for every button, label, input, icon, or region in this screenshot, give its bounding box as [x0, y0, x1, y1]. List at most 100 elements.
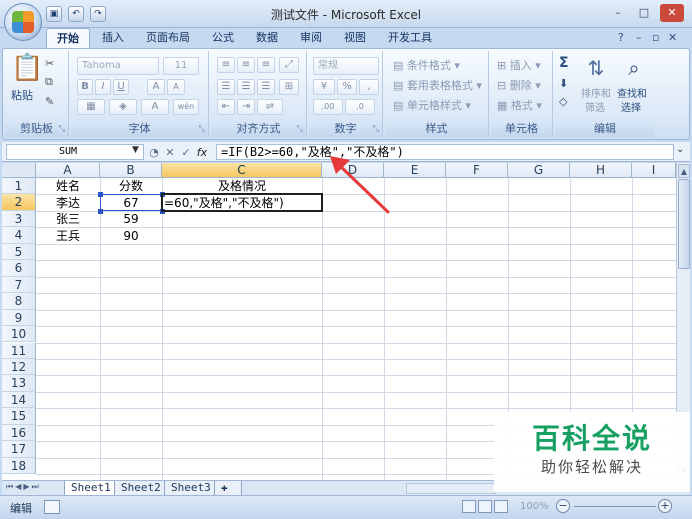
comma-button[interactable]: ,	[359, 79, 379, 95]
paste-label[interactable]: 粘贴	[11, 87, 33, 103]
row-header-16[interactable]: 16	[2, 424, 36, 442]
align-middle-button[interactable]: ≡	[237, 57, 255, 73]
cell-c1[interactable]: 及格情况	[162, 178, 322, 194]
row-header-18[interactable]: 18	[2, 457, 36, 475]
zoom-in-icon[interactable]: +	[658, 499, 672, 513]
insert-cells-button[interactable]: ⊞ 插入 ▾	[497, 57, 541, 73]
sheet-tab-2[interactable]: Sheet2	[114, 481, 168, 496]
row-header-3[interactable]: 3	[2, 210, 36, 228]
column-header-c[interactable]: C	[162, 163, 322, 178]
currency-button[interactable]: ¥	[313, 79, 335, 95]
page-layout-view-icon[interactable]	[478, 500, 492, 513]
office-button[interactable]	[4, 3, 42, 41]
clear-icon[interactable]: ◇	[559, 95, 567, 108]
horizontal-scrollbar[interactable]	[406, 483, 496, 494]
align-right-button[interactable]: ☰	[257, 79, 275, 95]
row-header-15[interactable]: 15	[2, 408, 36, 425]
cell-styles-button[interactable]: ▤ 单元格样式 ▾	[393, 97, 471, 113]
normal-view-icon[interactable]	[462, 500, 476, 513]
tab-view[interactable]: 视图	[334, 28, 376, 48]
first-sheet-icon[interactable]: ⏮	[6, 482, 13, 492]
insert-sheet-icon[interactable]: ✚	[214, 481, 242, 496]
font-color-button[interactable]: A	[141, 99, 169, 115]
column-header-b[interactable]: B	[100, 163, 162, 178]
ribbon-restore-icon[interactable]: ▫	[652, 31, 659, 44]
tab-data[interactable]: 数据	[246, 28, 288, 48]
align-left-button[interactable]: ☰	[217, 79, 235, 95]
font-size-select[interactable]: 11	[163, 57, 199, 75]
row-header-4[interactable]: 4	[2, 227, 36, 244]
row-header-12[interactable]: 12	[2, 358, 36, 376]
cell-b4[interactable]: 90	[100, 228, 162, 244]
name-box-dropdown-icon[interactable]: ▼	[132, 145, 139, 155]
cell-a1[interactable]: 姓名	[36, 178, 100, 194]
decrease-decimal-button[interactable]: .0	[345, 99, 375, 115]
wrap-text-button[interactable]: ⇌	[257, 99, 283, 115]
cell-b3[interactable]: 59	[100, 211, 162, 227]
font-launcher-icon[interactable]: ⤡	[199, 124, 205, 134]
row-header-7[interactable]: 7	[2, 276, 36, 294]
formula-expand-icon[interactable]: ⌄	[676, 144, 684, 155]
fill-color-button[interactable]: ◈	[109, 99, 137, 115]
enter-icon[interactable]: ✓	[180, 146, 192, 159]
cut-icon[interactable]: ✂	[45, 57, 54, 70]
cell-a2[interactable]: 李达	[36, 195, 100, 211]
decrease-indent-button[interactable]: ⇤	[217, 99, 235, 115]
scroll-up-icon[interactable]: ▲	[678, 164, 690, 178]
maximize-button[interactable]: □	[632, 4, 656, 22]
column-header-f[interactable]: F	[446, 163, 508, 178]
border-button[interactable]: ▦	[77, 99, 105, 115]
row-header-17[interactable]: 17	[2, 441, 36, 458]
delete-cells-button[interactable]: ⊟ 删除 ▾	[497, 77, 541, 93]
row-header-2[interactable]: 2	[2, 194, 36, 211]
increase-decimal-button[interactable]: .00	[313, 99, 343, 115]
zoom-level[interactable]: 100%	[520, 501, 549, 512]
cancel-icon[interactable]: ✕	[164, 146, 176, 159]
ribbon-minimize-icon[interactable]: –	[636, 31, 642, 44]
tab-page-layout[interactable]: 页面布局	[136, 28, 200, 48]
orientation-button[interactable]: ⤢	[279, 57, 299, 73]
row-header-8[interactable]: 8	[2, 293, 36, 310]
sheet-tab-3[interactable]: Sheet3	[164, 481, 218, 496]
alignment-launcher-icon[interactable]: ⤡	[297, 124, 303, 134]
formula-menu-icon[interactable]: ◔	[148, 146, 160, 159]
tab-developer[interactable]: 开发工具	[378, 28, 442, 48]
underline-button[interactable]: U	[113, 79, 129, 95]
prev-sheet-icon[interactable]: ◀	[15, 482, 21, 492]
phonetic-button[interactable]: wén	[173, 99, 199, 115]
column-header-h[interactable]: H	[570, 163, 632, 178]
vertical-scroll-thumb[interactable]	[678, 179, 690, 269]
cell-a3[interactable]: 张三	[36, 211, 100, 227]
sheet-tab-1[interactable]: Sheet1	[64, 481, 118, 496]
font-name-select[interactable]: Tahoma	[77, 57, 159, 75]
conditional-format-button[interactable]: ▤ 条件格式 ▾	[393, 57, 460, 73]
column-header-g[interactable]: G	[508, 163, 570, 178]
sort-filter-icon[interactable]: ⇅	[583, 53, 609, 83]
percent-button[interactable]: %	[337, 79, 357, 95]
number-format-select[interactable]: 常规	[313, 57, 379, 75]
next-sheet-icon[interactable]: ▶	[23, 482, 29, 492]
clipboard-launcher-icon[interactable]: ⤡	[59, 124, 65, 134]
filter-label[interactable]: 筛选	[585, 99, 605, 114]
format-cells-button[interactable]: ▦ 格式 ▾	[497, 97, 542, 113]
zoom-slider[interactable]	[574, 506, 656, 507]
sort-label[interactable]: 排序和	[581, 85, 611, 100]
fill-icon[interactable]: ⬇	[559, 77, 568, 90]
page-break-view-icon[interactable]	[494, 500, 508, 513]
close-button[interactable]: ✕	[660, 4, 684, 22]
reference-handle[interactable]	[98, 209, 103, 214]
row-header-1[interactable]: 1	[2, 178, 36, 195]
grow-font-button[interactable]: A	[147, 79, 165, 95]
find-select-icon[interactable]: ⌕	[621, 53, 647, 83]
align-top-button[interactable]: ≡	[217, 57, 235, 73]
last-sheet-icon[interactable]: ⏭	[32, 482, 39, 492]
row-header-14[interactable]: 14	[2, 391, 36, 409]
tab-formulas[interactable]: 公式	[202, 28, 244, 48]
column-header-a[interactable]: A	[36, 163, 100, 178]
align-center-button[interactable]: ☰	[237, 79, 255, 95]
cell-b1[interactable]: 分数	[100, 178, 162, 194]
row-header-9[interactable]: 9	[2, 309, 36, 327]
zoom-out-icon[interactable]: −	[556, 499, 570, 513]
row-header-10[interactable]: 10	[2, 326, 36, 343]
table-format-button[interactable]: ▤ 套用表格格式 ▾	[393, 77, 482, 93]
